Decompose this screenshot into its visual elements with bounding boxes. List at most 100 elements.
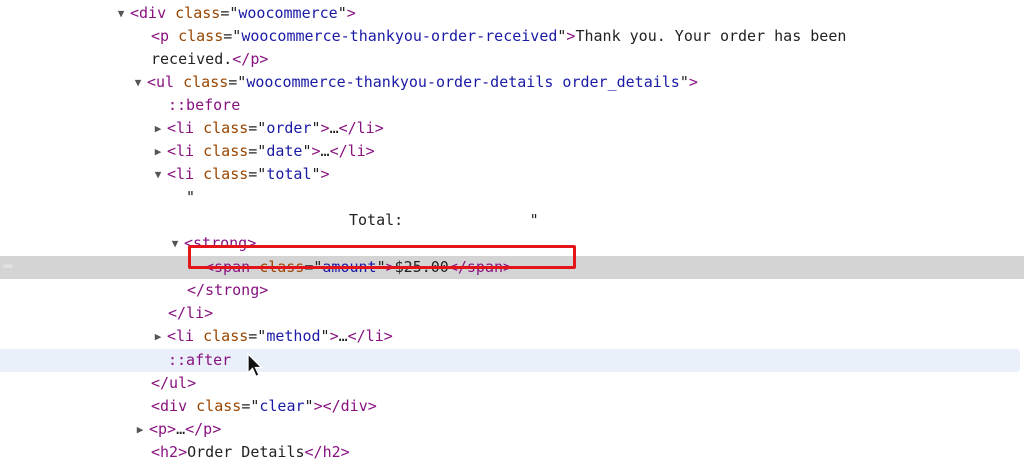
triangle-right-icon[interactable]: ▶ bbox=[134, 418, 146, 441]
text-token: =" bbox=[220, 4, 239, 22]
text-token: … bbox=[176, 420, 186, 438]
dom-node-code: </ul> bbox=[151, 372, 196, 395]
text-token: … bbox=[329, 119, 339, 137]
dom-node-row[interactable]: Total: " bbox=[0, 209, 1024, 232]
attr-value-token: method bbox=[266, 327, 321, 345]
text-token: … bbox=[320, 142, 330, 160]
dom-node-code: <ul class="woocommerce-thankyou-order-de… bbox=[147, 71, 698, 94]
tag-token: > bbox=[346, 4, 356, 22]
dom-node-row[interactable]: ▼ <li class="total"> bbox=[0, 163, 1024, 186]
dom-node-code: <li class="total"> bbox=[167, 163, 330, 186]
text-token: =" bbox=[248, 327, 267, 345]
attr-name-token: class bbox=[203, 119, 249, 137]
attr-name-token: class bbox=[183, 73, 229, 91]
tag-token: ></div> bbox=[313, 397, 377, 415]
attr-value-token: woocommerce-thankyou-order-received bbox=[241, 27, 558, 45]
selected-node-marker: == bbox=[3, 262, 21, 272]
tag-token: </strong> bbox=[187, 281, 269, 299]
dom-node-row[interactable]: </ul> bbox=[0, 372, 1024, 395]
tag-token: > bbox=[320, 119, 330, 137]
tag-token: <div bbox=[151, 397, 197, 415]
dom-node-row[interactable]: <h2>Order Details</h2> bbox=[0, 441, 1024, 464]
dom-node-row[interactable]: ▼ <ul class="woocommerce-thankyou-order-d… bbox=[0, 71, 1024, 94]
tag-token: <li bbox=[167, 119, 204, 137]
text-token: " bbox=[679, 73, 689, 91]
dom-node-row[interactable]: ▶ <p>…</p> bbox=[0, 418, 1024, 441]
text-token: received. bbox=[151, 50, 233, 68]
triangle-down-icon[interactable]: ▼ bbox=[169, 232, 181, 255]
text-token: =" bbox=[228, 73, 247, 91]
dom-node-row[interactable]: " bbox=[0, 186, 1024, 209]
dom-node-row[interactable]: ::before bbox=[0, 94, 1024, 117]
attr-value-token: clear bbox=[259, 397, 305, 415]
dom-node-row[interactable]: ▶ <li class="method">…</li> bbox=[0, 325, 1024, 348]
tag-token: </li> bbox=[347, 327, 393, 345]
dom-node-row-hovered[interactable]: ::after bbox=[0, 349, 1020, 372]
dom-node-code: Total: " bbox=[349, 209, 539, 232]
tag-token: </li> bbox=[338, 119, 384, 137]
attr-value-token: order bbox=[266, 119, 312, 137]
tag-token: <li bbox=[167, 142, 204, 160]
attr-value-token: date bbox=[266, 142, 303, 160]
tag-token: </li> bbox=[168, 304, 214, 322]
attr-value-token: woocommerce bbox=[238, 4, 338, 22]
tag-token: </h2> bbox=[304, 443, 350, 461]
tag-token: <h2> bbox=[151, 443, 188, 461]
text-token: Thank you. Your order has been bbox=[575, 27, 847, 45]
dom-node-code: <li class="method">…</li> bbox=[167, 325, 393, 348]
text-token: Order Details bbox=[187, 443, 305, 461]
triangle-down-icon[interactable]: ▼ bbox=[152, 163, 164, 186]
attr-name-token: class bbox=[203, 142, 249, 160]
dom-node-row[interactable]: </strong> bbox=[0, 279, 1024, 302]
dom-node-row[interactable]: </li> bbox=[0, 302, 1024, 325]
triangle-right-icon[interactable]: ▶ bbox=[152, 325, 164, 348]
highlight-annotation-box bbox=[188, 245, 576, 269]
tag-token: ::before bbox=[168, 96, 241, 114]
text-token: … bbox=[338, 327, 348, 345]
dom-node-code: <p class="woocommerce-thankyou-order-rec… bbox=[151, 25, 846, 48]
dom-node-row[interactable]: ▼ <div class="woocommerce"> bbox=[0, 2, 1024, 25]
attr-name-token: class bbox=[196, 397, 242, 415]
tag-token: <li bbox=[167, 327, 204, 345]
dom-node-code: <li class="date">…</li> bbox=[167, 140, 375, 163]
dom-node-code: </strong> bbox=[187, 279, 268, 302]
triangle-down-icon[interactable]: ▼ bbox=[115, 2, 127, 25]
text-token: " bbox=[311, 165, 321, 183]
text-token: =" bbox=[223, 27, 242, 45]
dom-node-code: </li> bbox=[168, 302, 213, 325]
tag-token: > bbox=[329, 327, 339, 345]
text-token: =" bbox=[248, 165, 267, 183]
text-token: " bbox=[311, 119, 321, 137]
attr-name-token: class bbox=[178, 27, 224, 45]
dom-node-code: <div class="clear"></div> bbox=[151, 395, 377, 418]
mouse-pointer-icon bbox=[247, 353, 264, 378]
attr-name-token: class bbox=[175, 4, 221, 22]
dom-node-code: ::after bbox=[168, 349, 231, 372]
dom-node-row[interactable]: ▶ <li class="order">…</li> bbox=[0, 117, 1024, 140]
tag-token: </ul> bbox=[151, 374, 197, 392]
text-token: =" bbox=[241, 397, 260, 415]
tag-token: <p> bbox=[149, 420, 177, 438]
triangle-down-icon[interactable]: ▼ bbox=[132, 71, 144, 94]
dom-node-row[interactable]: <div class="clear"></div> bbox=[0, 395, 1024, 418]
dom-node-code: ::before bbox=[168, 94, 240, 117]
attr-name-token: class bbox=[203, 165, 249, 183]
dom-node-row[interactable]: <p class="woocommerce-thankyou-order-rec… bbox=[0, 25, 1024, 48]
text-token: " bbox=[302, 142, 312, 160]
tag-token: > bbox=[311, 142, 321, 160]
dom-node-row[interactable]: received.</p> bbox=[0, 48, 1024, 71]
dom-node-code: <p>…</p> bbox=[149, 418, 221, 441]
tag-token: > bbox=[320, 165, 330, 183]
dom-node-row[interactable]: ▶ <li class="date">…</li> bbox=[0, 140, 1024, 163]
tag-token: <p bbox=[151, 27, 179, 45]
triangle-right-icon[interactable]: ▶ bbox=[152, 140, 164, 163]
text-token: =" bbox=[248, 142, 267, 160]
dom-node-code: " bbox=[186, 186, 195, 209]
text-token: " bbox=[186, 188, 196, 206]
triangle-right-icon[interactable]: ▶ bbox=[152, 117, 164, 140]
tag-token: <ul bbox=[147, 73, 184, 91]
text-token: " bbox=[320, 327, 330, 345]
dom-node-code: <li class="order">…</li> bbox=[167, 117, 384, 140]
text-token: " bbox=[337, 4, 347, 22]
tag-token: ::after bbox=[168, 351, 232, 369]
